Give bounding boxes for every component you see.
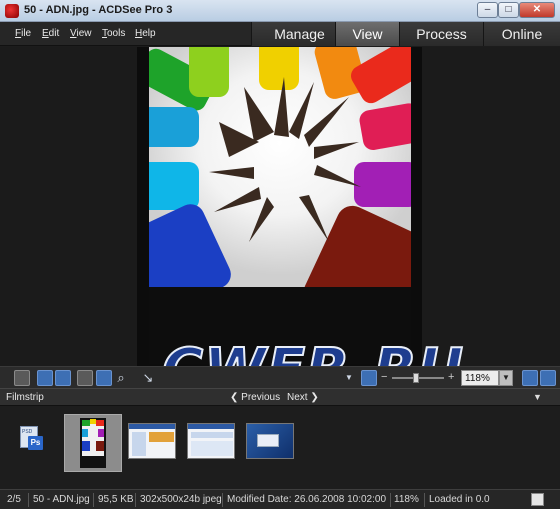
status-filename: 50 - ADN.jpg: [33, 494, 90, 505]
next-label: Next: [287, 392, 308, 403]
thumb-window: [257, 434, 279, 447]
previous-label: Previous: [241, 392, 281, 403]
zoom-out-button[interactable]: −: [381, 371, 387, 383]
status-divider: [424, 493, 425, 507]
menu-view-label: iew: [76, 28, 92, 39]
window-title: 50 - ADN.jpg - ACDSee Pro 3: [24, 4, 173, 16]
status-zoom: 118%: [394, 494, 419, 505]
tab-process[interactable]: Process: [399, 22, 483, 46]
image-viewer[interactable]: CWER.RU: [0, 47, 560, 403]
thumb-pane: [191, 441, 233, 456]
thumbnail-psd[interactable]: PSD Ps: [20, 426, 44, 454]
title-bar: 50 - ADN.jpg - ACDSee Pro 3 – □ ✕: [0, 0, 560, 22]
thumb-pane: [191, 432, 233, 438]
next-arrow-icon: ❯: [310, 392, 319, 403]
status-divider: [222, 493, 223, 507]
rotate-right-icon[interactable]: [55, 370, 71, 386]
status-divider: [28, 493, 29, 507]
acdsee-app-icon[interactable]: [5, 4, 19, 18]
status-divider: [135, 493, 136, 507]
zoom-in-button[interactable]: +: [448, 371, 454, 383]
marker-photo-art: [149, 47, 411, 364]
magnifier-icon[interactable]: ⌕: [113, 370, 129, 386]
status-modified-date: Modified Date: 26.06.2008 10:02:00: [227, 494, 387, 505]
thumb-pane: [149, 432, 174, 442]
thumb-pane: [132, 432, 146, 456]
menu-help-label: elp: [142, 28, 156, 39]
menu-tools-label: ools: [107, 28, 126, 39]
tab-view[interactable]: View: [335, 22, 399, 46]
menu-edit-label: dit: [48, 28, 60, 39]
tab-manage[interactable]: Manage: [251, 22, 347, 46]
zoom-dropdown[interactable]: ▼: [499, 370, 513, 386]
zoom-slider-handle[interactable]: [413, 373, 419, 383]
status-divider: [390, 493, 391, 507]
minimize-button[interactable]: –: [477, 2, 498, 18]
status-filesize: 95,5 KB: [98, 494, 134, 505]
maximize-button[interactable]: □: [498, 2, 519, 18]
menu-view[interactable]: View: [70, 28, 92, 39]
status-dimensions: 302x500x24b jpeg: [140, 494, 222, 505]
previous-button[interactable]: ❮ Previous: [230, 392, 280, 403]
status-position: 2/5: [7, 494, 21, 505]
chevron-down-icon[interactable]: ▼: [341, 370, 357, 386]
view-toolbar: ⌕ ↘ ▼ − + 118% ▼: [0, 366, 560, 388]
thumb-titlebar: [129, 424, 175, 429]
thumbnail-screenshot-3[interactable]: [246, 423, 294, 459]
menu-tools[interactable]: Tools: [102, 28, 125, 39]
zoom-input[interactable]: 118%: [461, 370, 499, 386]
rotate-left-icon[interactable]: [37, 370, 53, 386]
fit-icon[interactable]: ↘: [140, 370, 156, 386]
displayed-photo[interactable]: [149, 47, 411, 364]
previous-arrow-icon: ❮: [230, 392, 239, 403]
thumbnail-screenshot-1[interactable]: [128, 423, 176, 459]
filmstrip-view-icon[interactable]: [14, 370, 30, 386]
select-icon[interactable]: [96, 370, 112, 386]
fullscreen-icon[interactable]: [540, 370, 556, 386]
auto-lens-icon[interactable]: [361, 370, 377, 386]
menu-help[interactable]: Help: [135, 28, 156, 39]
thumbnail-screenshot-2[interactable]: [187, 423, 235, 459]
thumbnail-current[interactable]: [64, 414, 122, 472]
thumbnail-markers-image: [80, 418, 106, 468]
next-button[interactable]: Next ❯: [287, 392, 319, 403]
status-indicator[interactable]: [531, 493, 544, 506]
histogram-icon[interactable]: [522, 370, 538, 386]
filmstrip: PSD Ps: [0, 406, 560, 489]
psd-tag: PSD: [22, 429, 33, 435]
menu-edit[interactable]: Edit: [42, 28, 59, 39]
menu-edit-accel: E: [42, 28, 49, 39]
menu-file-label: ile: [21, 28, 32, 39]
status-bar: 2/5 50 - ADN.jpg 95,5 KB 302x500x24b jpe…: [0, 489, 560, 509]
collapse-filmstrip-icon[interactable]: ▼: [533, 392, 542, 402]
status-load-time: Loaded in 0.0: [429, 494, 490, 505]
filmstrip-header: Filmstrip ❮ Previous Next ❯ ▼: [0, 388, 560, 406]
menu-bar: File Edit View Tools Help Manage View Pr…: [0, 22, 560, 46]
hand-pan-icon[interactable]: [77, 370, 93, 386]
menu-file[interactable]: File: [15, 28, 31, 39]
tab-online[interactable]: Online: [483, 22, 560, 46]
filmstrip-title: Filmstrip: [6, 392, 44, 403]
status-divider: [93, 493, 94, 507]
thumb-titlebar: [188, 424, 234, 429]
close-button[interactable]: ✕: [519, 2, 555, 18]
photoshop-icon: Ps: [28, 436, 43, 450]
